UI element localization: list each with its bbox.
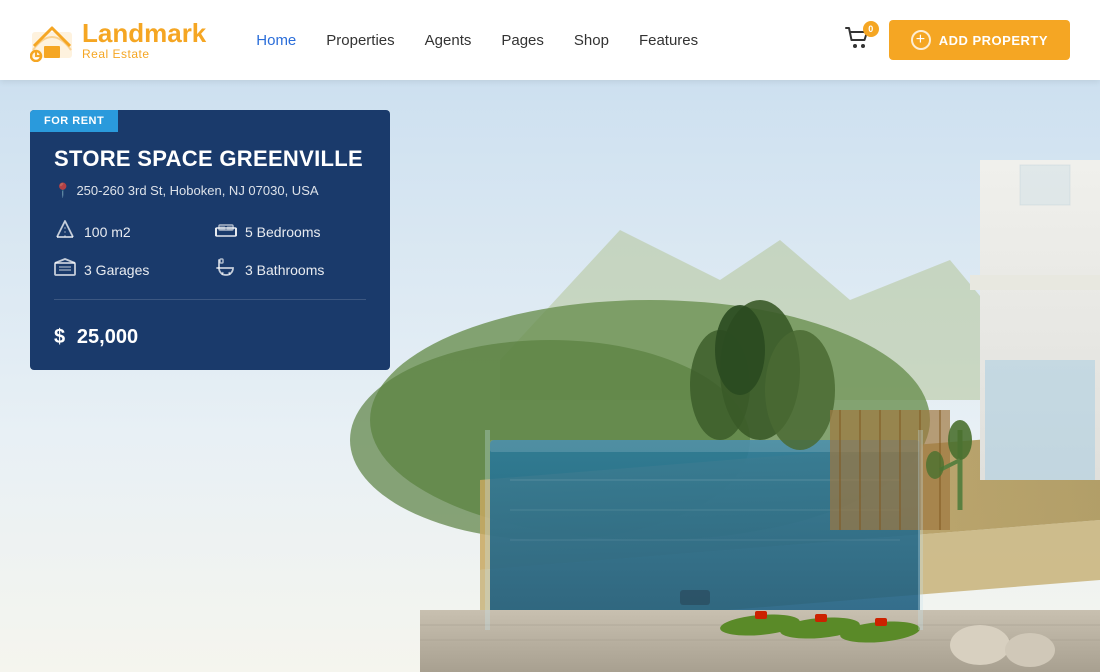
plus-icon: + — [911, 30, 931, 50]
property-price: $ 25,000 — [30, 318, 390, 350]
feature-bedrooms: 5 Bedrooms — [215, 219, 366, 244]
cart-badge: 0 — [863, 21, 879, 37]
logo-icon — [30, 18, 74, 62]
header-right: 0 + ADD PROPERTY — [845, 20, 1070, 60]
card-body: STORE SPACE GREENVILLE 📍 250-260 3rd St,… — [30, 146, 390, 281]
pin-icon: 📍 — [54, 182, 71, 199]
logo-text: Landmark Real Estate — [82, 19, 206, 61]
property-title: STORE SPACE GREENVILLE — [54, 146, 366, 172]
feature-garages: 3 Garages — [54, 258, 205, 281]
logo-tagline: Real Estate — [82, 48, 206, 61]
nav-pages[interactable]: Pages — [501, 32, 544, 49]
logo[interactable]: Landmark Real Estate — [30, 18, 206, 62]
header: Landmark Real Estate Home Properties Age… — [0, 0, 1100, 80]
hero-section: FOR RENT STORE SPACE GREENVILLE 📍 250-26… — [0, 80, 1100, 672]
for-rent-badge: FOR RENT — [30, 110, 118, 132]
property-features: 100 m2 5 Bedrooms — [54, 219, 366, 281]
bed-icon — [215, 221, 237, 242]
feature-bathrooms: 3 Bathrooms — [215, 258, 366, 281]
nav-features[interactable]: Features — [639, 32, 698, 49]
bath-icon — [215, 258, 237, 281]
nav-home[interactable]: Home — [256, 32, 296, 49]
nav-shop[interactable]: Shop — [574, 32, 609, 49]
main-nav: Home Properties Agents Pages Shop Featur… — [256, 32, 844, 49]
nav-properties[interactable]: Properties — [326, 32, 394, 49]
property-address: 📍 250-260 3rd St, Hoboken, NJ 07030, USA — [54, 182, 366, 199]
area-icon — [54, 219, 76, 244]
card-divider — [54, 299, 366, 300]
feature-area: 100 m2 — [54, 219, 205, 244]
garage-icon — [54, 258, 76, 281]
property-card: FOR RENT STORE SPACE GREENVILLE 📍 250-26… — [30, 110, 390, 370]
cart-button[interactable]: 0 — [845, 27, 871, 54]
nav-agents[interactable]: Agents — [425, 32, 472, 49]
add-property-button[interactable]: + ADD PROPERTY — [889, 20, 1070, 60]
brand-name: Landmark — [82, 19, 206, 48]
